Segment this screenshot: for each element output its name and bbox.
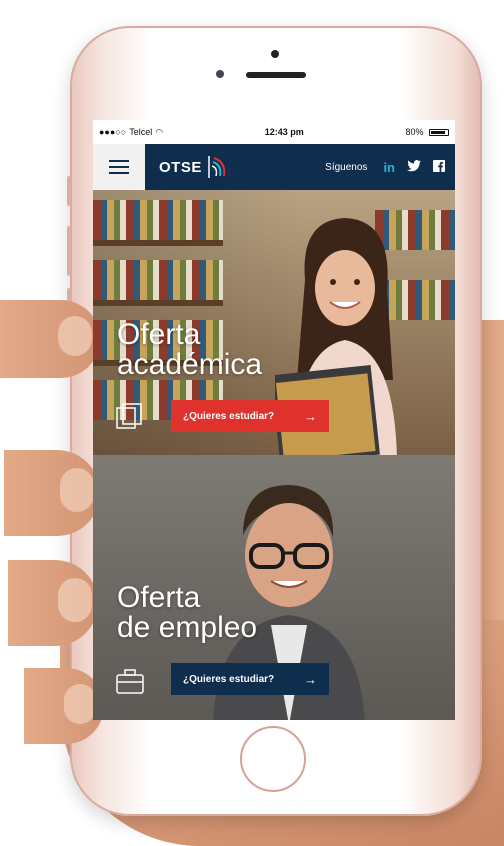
- battery-icon: [429, 129, 449, 137]
- battery-percent: 80%: [405, 127, 424, 137]
- arrow-right-icon: →: [304, 671, 317, 687]
- bookshelf-row: [93, 200, 223, 240]
- hand-finger-3: [8, 560, 98, 646]
- panel-title-line: académica: [117, 348, 263, 381]
- shelf: [93, 300, 223, 306]
- briefcase-icon: [116, 669, 144, 694]
- twitter-icon[interactable]: [407, 159, 421, 175]
- cta-study-button[interactable]: ¿Quieres estudiar? →: [171, 400, 329, 432]
- panel-title: Oferta académica: [117, 320, 262, 380]
- shelf: [93, 240, 223, 246]
- status-bar: ●●●○○ Telcel ◠ 12:43 pm 80%: [93, 120, 455, 144]
- cta-label: ¿Quieres estudiar?: [183, 410, 275, 422]
- hand-finger-1: [0, 300, 100, 378]
- status-time: 12:43 pm: [264, 127, 304, 137]
- panel-job-offer[interactable]: Oferta de empleo ¿Quieres estudiar? →: [93, 455, 455, 720]
- proximity-sensor: [216, 70, 224, 78]
- hamburger-line: [109, 172, 129, 174]
- front-camera: [271, 50, 279, 58]
- panel-title-line: Oferta: [117, 318, 201, 351]
- status-right: 80%: [405, 127, 449, 137]
- panel-title: Oferta de empleo: [117, 583, 257, 643]
- wifi-icon: ◠: [155, 126, 164, 137]
- top-navbar: OTSE Síguenos in: [93, 144, 455, 190]
- home-button[interactable]: [240, 726, 306, 792]
- linkedin-icon[interactable]: in: [383, 160, 395, 175]
- facebook-icon[interactable]: [433, 159, 445, 175]
- carrier-label: Telcel: [129, 127, 153, 137]
- hand-finger-2: [4, 450, 100, 536]
- phone-mute-switch: [67, 176, 71, 206]
- follow-label: Síguenos: [325, 161, 368, 173]
- hamburger-line: [109, 166, 129, 168]
- panel-title-line: de empleo: [117, 611, 258, 644]
- earpiece-speaker: [246, 72, 306, 78]
- signal-dots-icon: ●●●○○: [99, 127, 127, 137]
- arrow-right-icon: →: [304, 408, 317, 424]
- logo-text: OTSE: [159, 158, 202, 176]
- phone-screen: ●●●○○ Telcel ◠ 12:43 pm 80% OTSE Sígueno…: [93, 120, 455, 720]
- cta-label: ¿Quieres estudiar?: [183, 673, 275, 685]
- panel-academic-offer[interactable]: Oferta académica ¿Quieres estudiar? →: [93, 190, 455, 455]
- bookshelf-row: [93, 260, 223, 300]
- phone-volume-up: [67, 226, 71, 276]
- social-links: Síguenos in: [325, 144, 455, 190]
- otse-logo[interactable]: OTSE: [159, 144, 232, 190]
- hamburger-icon: [109, 160, 129, 162]
- status-left: ●●●○○ Telcel ◠: [99, 127, 163, 138]
- hand-finger-4: [24, 668, 104, 744]
- cta-study-button[interactable]: ¿Quieres estudiar? →: [171, 663, 329, 695]
- books-icon: [116, 403, 142, 429]
- hamburger-menu-button[interactable]: [93, 144, 145, 190]
- panel-title-line: Oferta: [117, 581, 201, 614]
- logo-mark-icon: [208, 156, 226, 178]
